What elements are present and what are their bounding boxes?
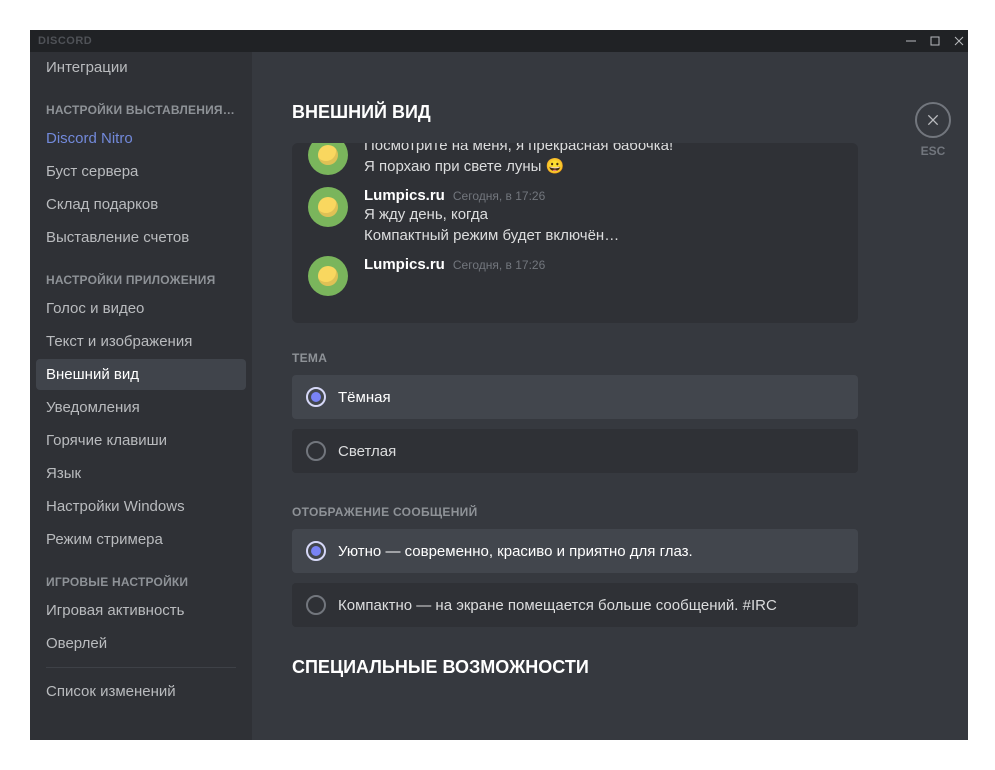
sidebar-item-streamer[interactable]: Режим стримера bbox=[36, 524, 246, 555]
sidebar-item-billing[interactable]: Выставление счетов bbox=[36, 222, 246, 253]
sidebar-item-voice[interactable]: Голос и видео bbox=[36, 293, 246, 324]
sidebar-item-activity[interactable]: Игровая активность bbox=[36, 595, 246, 626]
sidebar-item-appearance[interactable]: Внешний вид bbox=[36, 359, 246, 390]
message-timestamp: Сегодня, в 17:26 bbox=[453, 258, 545, 272]
sidebar-item-notifications[interactable]: Уведомления bbox=[36, 392, 246, 423]
minimize-button[interactable] bbox=[906, 36, 916, 46]
sidebar-item-nitro[interactable]: Discord Nitro bbox=[36, 123, 246, 154]
display-option-compact[interactable]: Компактно — на экране помещается больше … bbox=[292, 583, 858, 627]
preview-message: Lumpics.ru Сегодня, в 17:26 bbox=[308, 248, 842, 298]
radio-icon bbox=[306, 441, 326, 461]
preview-message: Lumpics.ru Сегодня, в 17:26 Я жду день, … bbox=[308, 179, 842, 248]
display-option-cozy[interactable]: Уютно — современно, красиво и приятно дл… bbox=[292, 529, 858, 573]
settings-sidebar: Интеграции НАСТРОЙКИ ВЫСТАВЛЕНИЯ… Discor… bbox=[30, 52, 252, 740]
body: Интеграции НАСТРОЙКИ ВЫСТАВЛЕНИЯ… Discor… bbox=[30, 52, 968, 740]
sidebar-item-changelog[interactable]: Список изменений bbox=[36, 676, 246, 707]
avatar bbox=[308, 187, 348, 227]
message-username: Lumpics.ru bbox=[364, 187, 445, 204]
section-title-accessibility: СПЕЦИАЛЬНЫЕ ВОЗМОЖНОСТИ bbox=[292, 657, 858, 678]
close-window-button[interactable] bbox=[954, 36, 964, 46]
radio-label: Уютно — современно, красиво и приятно дл… bbox=[338, 543, 693, 560]
esc-label: ESC bbox=[921, 144, 946, 158]
avatar bbox=[308, 143, 348, 175]
sidebar-item-gifts[interactable]: Склад подарков bbox=[36, 189, 246, 220]
sidebar-item-overlay[interactable]: Оверлей bbox=[36, 628, 246, 659]
avatar bbox=[308, 256, 348, 296]
window-controls bbox=[906, 36, 964, 46]
sidebar-item-text[interactable]: Текст и изображения bbox=[36, 326, 246, 357]
maximize-button[interactable] bbox=[930, 36, 940, 46]
theme-option-light[interactable]: Светлая bbox=[292, 429, 858, 473]
appearance-preview: Посмотрите на меня, я прекрасная бабочка… bbox=[292, 143, 858, 323]
sidebar-header-app: НАСТРОЙКИ ПРИЛОЖЕНИЯ bbox=[36, 255, 246, 293]
sidebar-item-language[interactable]: Язык bbox=[36, 458, 246, 489]
radio-label: Компактно — на экране помещается больше … bbox=[338, 597, 777, 614]
radio-icon bbox=[306, 387, 326, 407]
page-title: ВНЕШНИЙ ВИД bbox=[292, 102, 858, 123]
theme-option-dark[interactable]: Тёмная bbox=[292, 375, 858, 419]
radio-icon bbox=[306, 541, 326, 561]
sidebar-item-windows[interactable]: Настройки Windows bbox=[36, 491, 246, 522]
close-settings-button[interactable] bbox=[915, 102, 951, 138]
titlebar: DISCORD bbox=[30, 30, 968, 52]
message-text: Посмотрите на меня, я прекрасная бабочка… bbox=[364, 143, 842, 156]
radio-label: Светлая bbox=[338, 443, 396, 460]
brand-wordmark: DISCORD bbox=[38, 35, 92, 47]
sidebar-header-game: ИГРОВЫЕ НАСТРОЙКИ bbox=[36, 557, 246, 595]
sidebar-header-billing: НАСТРОЙКИ ВЫСТАВЛЕНИЯ… bbox=[36, 85, 246, 123]
main-area: ВНЕШНИЙ ВИД Посмотрите на меня, я прекра… bbox=[252, 52, 968, 740]
section-label-theme: ТЕМА bbox=[292, 351, 858, 365]
app-window: DISCORD Интеграции НАСТРОЙКИ ВЫСТАВЛЕНИЯ… bbox=[30, 30, 968, 740]
sidebar-item-boost[interactable]: Буст сервера bbox=[36, 156, 246, 187]
message-username: Lumpics.ru bbox=[364, 256, 445, 273]
message-timestamp: Сегодня, в 17:26 bbox=[453, 189, 545, 203]
sidebar-item-integrations[interactable]: Интеграции bbox=[36, 52, 246, 83]
message-text: Компактный режим будет включён… bbox=[364, 225, 842, 246]
preview-message: Посмотрите на меня, я прекрасная бабочка… bbox=[308, 143, 842, 179]
sidebar-divider bbox=[46, 667, 236, 668]
close-icon bbox=[925, 112, 941, 128]
radio-label: Тёмная bbox=[338, 389, 391, 406]
radio-icon bbox=[306, 595, 326, 615]
close-column: ESC bbox=[898, 52, 968, 740]
message-text: Я жду день, когда bbox=[364, 204, 842, 225]
sidebar-item-hotkeys[interactable]: Горячие клавиши bbox=[36, 425, 246, 456]
section-label-display: ОТОБРАЖЕНИЕ СООБЩЕНИЙ bbox=[292, 505, 858, 519]
message-text: Я порхаю при свете луны 😀 bbox=[364, 156, 842, 177]
settings-content: ВНЕШНИЙ ВИД Посмотрите на меня, я прекра… bbox=[252, 52, 898, 740]
